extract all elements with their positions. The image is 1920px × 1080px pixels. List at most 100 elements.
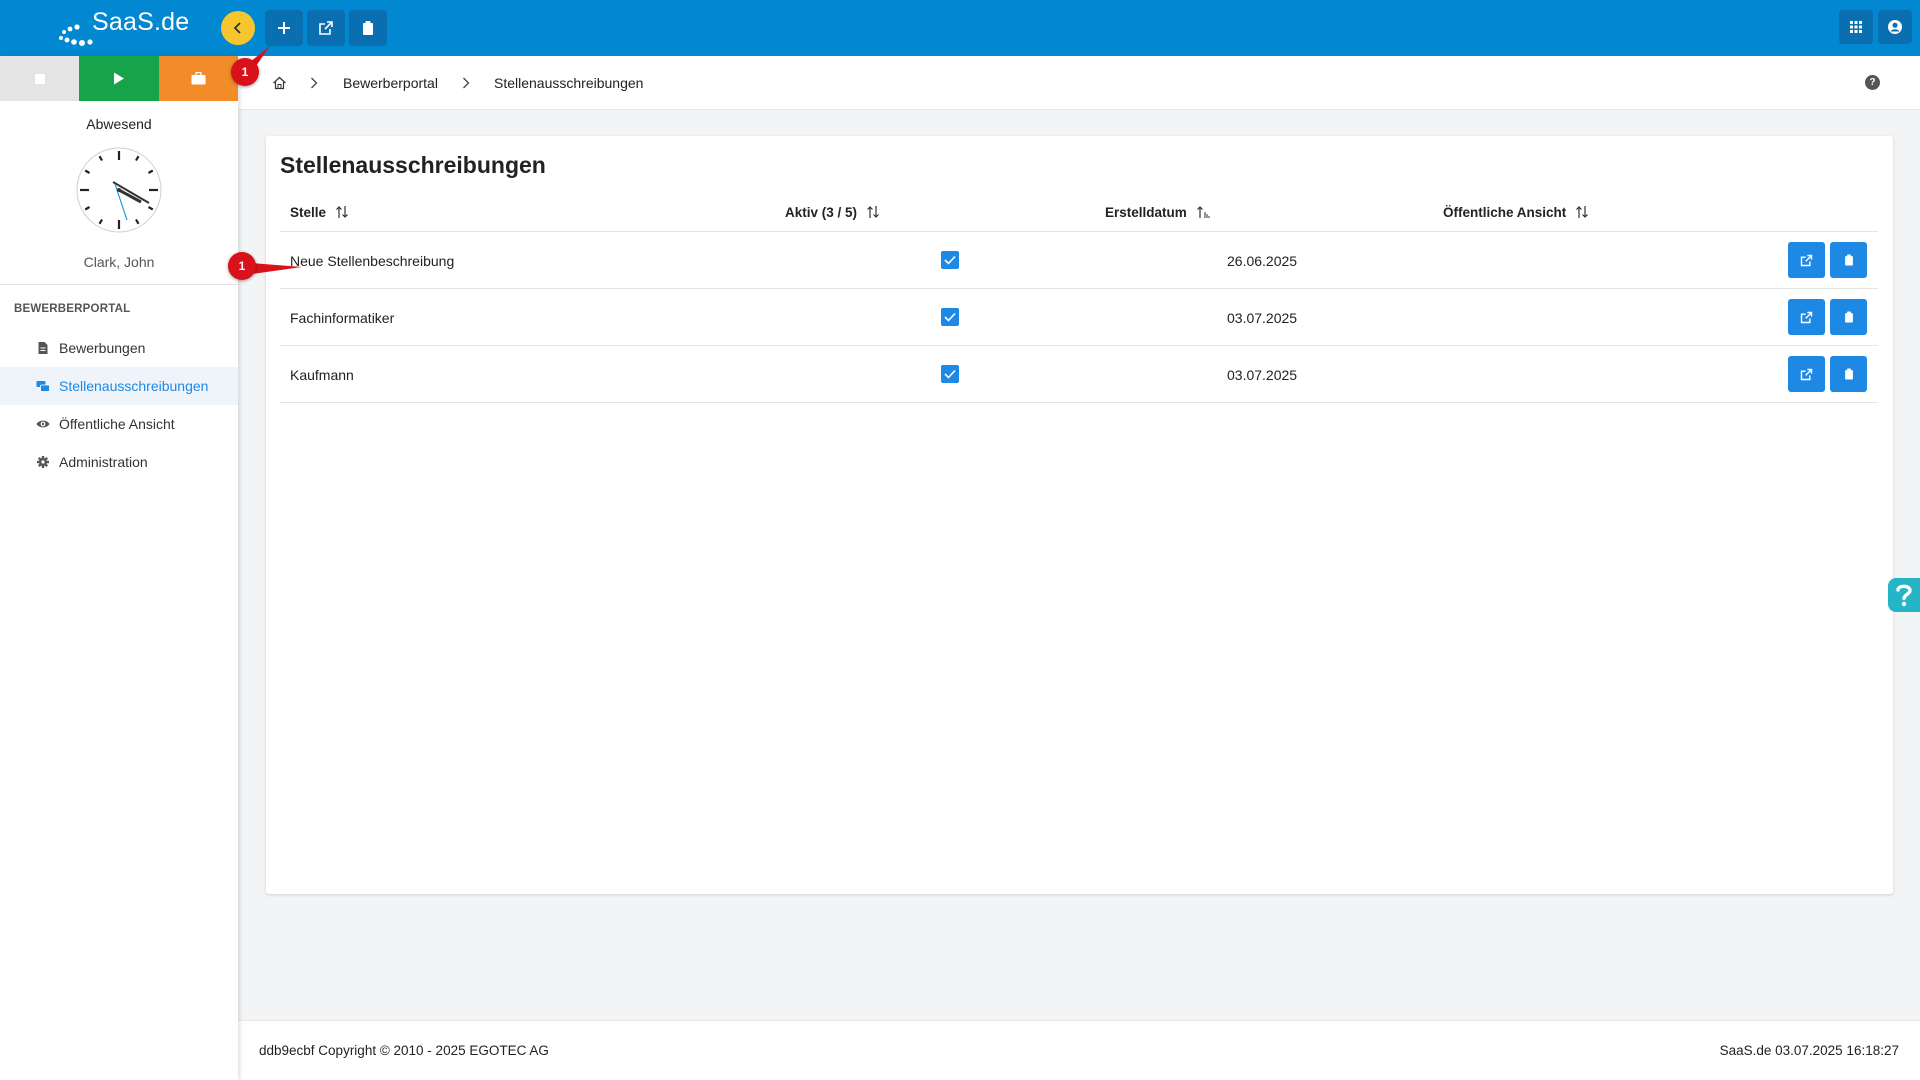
sidebar-item-stellenausschreibungen[interactable]: Stellenausschreibungen [0, 367, 238, 405]
add-button[interactable] [265, 10, 303, 46]
clipboard-icon [1844, 368, 1853, 380]
sidebar-divider [0, 284, 238, 285]
floating-help-button[interactable] [1888, 578, 1920, 612]
column-label: Aktiv (3 / 5) [785, 204, 858, 220]
sidebar-nav: Bewerbungen Stellenausschreibungen Öffen… [0, 329, 238, 481]
collapse-sidebar-button[interactable] [221, 11, 255, 45]
stop-button[interactable] [0, 56, 80, 101]
cell-stelle[interactable]: Neue Stellenbeschreibung [290, 232, 454, 289]
clock-icon [76, 147, 162, 233]
column-label: Erstelldatum [1105, 204, 1187, 220]
external-link-icon [1800, 254, 1813, 266]
active-checkbox[interactable] [941, 251, 959, 269]
copyright-text: ddb9ecbf Copyright © 2010 - 2025 EGOTEC … [259, 1043, 549, 1058]
chevron-left-icon [233, 22, 241, 34]
column-label: Öffentliche Ansicht [1443, 204, 1567, 220]
job-postings-icon [36, 381, 50, 392]
sidebar-item-administration[interactable]: Administration [0, 443, 238, 481]
sort-icon [336, 206, 348, 218]
copy-link-button[interactable] [1830, 242, 1867, 278]
page-title: Stellenausschreibungen [280, 152, 546, 178]
sort-ascending-icon [1196, 206, 1210, 218]
sidebar: Abwesend Clark, John BEWERBERPORTAL Bewe… [0, 56, 238, 1080]
clipboard-icon [363, 21, 373, 35]
stop-icon [34, 73, 45, 84]
table-row[interactable]: Fachinformatiker 03.07.2025 [280, 289, 1878, 346]
question-mark-icon [1896, 584, 1912, 607]
annotation-marker: 1 [228, 252, 256, 280]
open-public-view-button[interactable] [1788, 242, 1825, 278]
table-row[interactable]: Neue Stellenbeschreibung 26.06.2025 [280, 232, 1878, 289]
checkmark-icon [944, 255, 956, 265]
plus-icon [278, 22, 290, 34]
eye-icon [36, 420, 50, 428]
open-public-view-button[interactable] [1788, 356, 1825, 392]
column-header-stelle[interactable]: Stelle [290, 192, 349, 232]
home-icon [273, 76, 286, 90]
chevron-right-icon [311, 77, 318, 89]
clipboard-icon [1844, 311, 1853, 323]
cell-stelle[interactable]: Kaufmann [290, 346, 354, 403]
user-account-button[interactable] [1878, 10, 1912, 44]
table-header: Stelle Aktiv (3 / 5) Erstelldatum Öffent… [280, 192, 1878, 232]
sidebar-section-title: BEWERBERPORTAL [14, 303, 131, 315]
open-external-button[interactable] [307, 10, 345, 46]
sort-icon [1576, 206, 1589, 218]
copy-link-button[interactable] [1830, 299, 1867, 335]
job-postings-table: Stelle Aktiv (3 / 5) Erstelldatum Öffent… [280, 192, 1878, 403]
column-label: Stelle [290, 204, 327, 220]
external-link-icon [1800, 311, 1813, 323]
job-postings-card: Stellenausschreibungen Stelle Aktiv (3 /… [266, 136, 1893, 894]
gear-icon [37, 456, 49, 468]
cell-stelle[interactable]: Fachinformatiker [290, 289, 394, 346]
sidebar-item-label: Stellenausschreibungen [59, 378, 209, 394]
open-public-view-button[interactable] [1788, 299, 1825, 335]
user-circle-icon [1888, 20, 1902, 34]
briefcase-icon [191, 72, 206, 85]
cell-erstelldatum: 03.07.2025 [1227, 366, 1298, 383]
cell-erstelldatum: 26.06.2025 [1227, 252, 1298, 269]
play-icon [113, 72, 124, 85]
sidebar-item-label: Öffentliche Ansicht [59, 416, 175, 432]
sort-icon [867, 206, 879, 218]
business-trip-button[interactable] [158, 56, 238, 101]
chevron-right-icon [463, 77, 470, 89]
document-icon [38, 342, 48, 354]
active-checkbox[interactable] [941, 365, 959, 383]
breadcrumb-separator [310, 56, 318, 110]
logo[interactable]: SaaS.de [58, 6, 190, 48]
cell-erstelldatum: 03.07.2025 [1227, 309, 1298, 326]
checkmark-icon [944, 369, 956, 379]
sidebar-item-oeffentliche-ansicht[interactable]: Öffentliche Ansicht [0, 405, 238, 443]
checkmark-icon [944, 312, 956, 322]
footer-status-text: SaaS.de 03.07.2025 16:18:27 [1719, 1043, 1899, 1058]
annotation-marker: 1 [231, 58, 259, 86]
sidebar-item-bewerbungen[interactable]: Bewerbungen [0, 329, 238, 367]
copy-link-button[interactable] [1830, 356, 1867, 392]
sidebar-item-label: Bewerbungen [59, 340, 146, 356]
clipboard-button[interactable] [349, 10, 387, 46]
column-header-erstelldatum[interactable]: Erstelldatum [1105, 192, 1211, 232]
user-name: Clark, John [83, 254, 155, 270]
external-link-icon [1800, 368, 1813, 380]
breadcrumb: Bewerberportal Stellenausschreibungen ? [238, 56, 1920, 110]
footer: ddb9ecbf Copyright © 2010 - 2025 EGOTEC … [238, 1020, 1920, 1080]
table-row[interactable]: Kaufmann 03.07.2025 [280, 346, 1878, 403]
help-icon[interactable]: ? [1865, 75, 1880, 90]
breadcrumb-item-bewerberportal[interactable]: Bewerberportal [343, 56, 438, 110]
clipboard-icon [1844, 254, 1853, 266]
top-bar: SaaS.de [0, 0, 1920, 56]
active-checkbox[interactable] [941, 308, 959, 326]
breadcrumb-item-stellenausschreibungen: Stellenausschreibungen [494, 75, 644, 91]
time-status-bar [0, 56, 238, 101]
grid-icon [1850, 21, 1862, 33]
column-header-oeffentliche-ansicht[interactable]: Öffentliche Ansicht [1443, 192, 1589, 232]
logo-text: SaaS.de [92, 8, 190, 36]
breadcrumb-separator [462, 56, 470, 110]
external-link-icon [319, 21, 333, 35]
start-button[interactable] [79, 56, 159, 101]
sidebar-item-label: Administration [59, 454, 148, 470]
column-header-aktiv[interactable]: Aktiv (3 / 5) [785, 192, 880, 232]
apps-grid-button[interactable] [1839, 10, 1873, 44]
presence-status: Abwesend [86, 116, 152, 132]
